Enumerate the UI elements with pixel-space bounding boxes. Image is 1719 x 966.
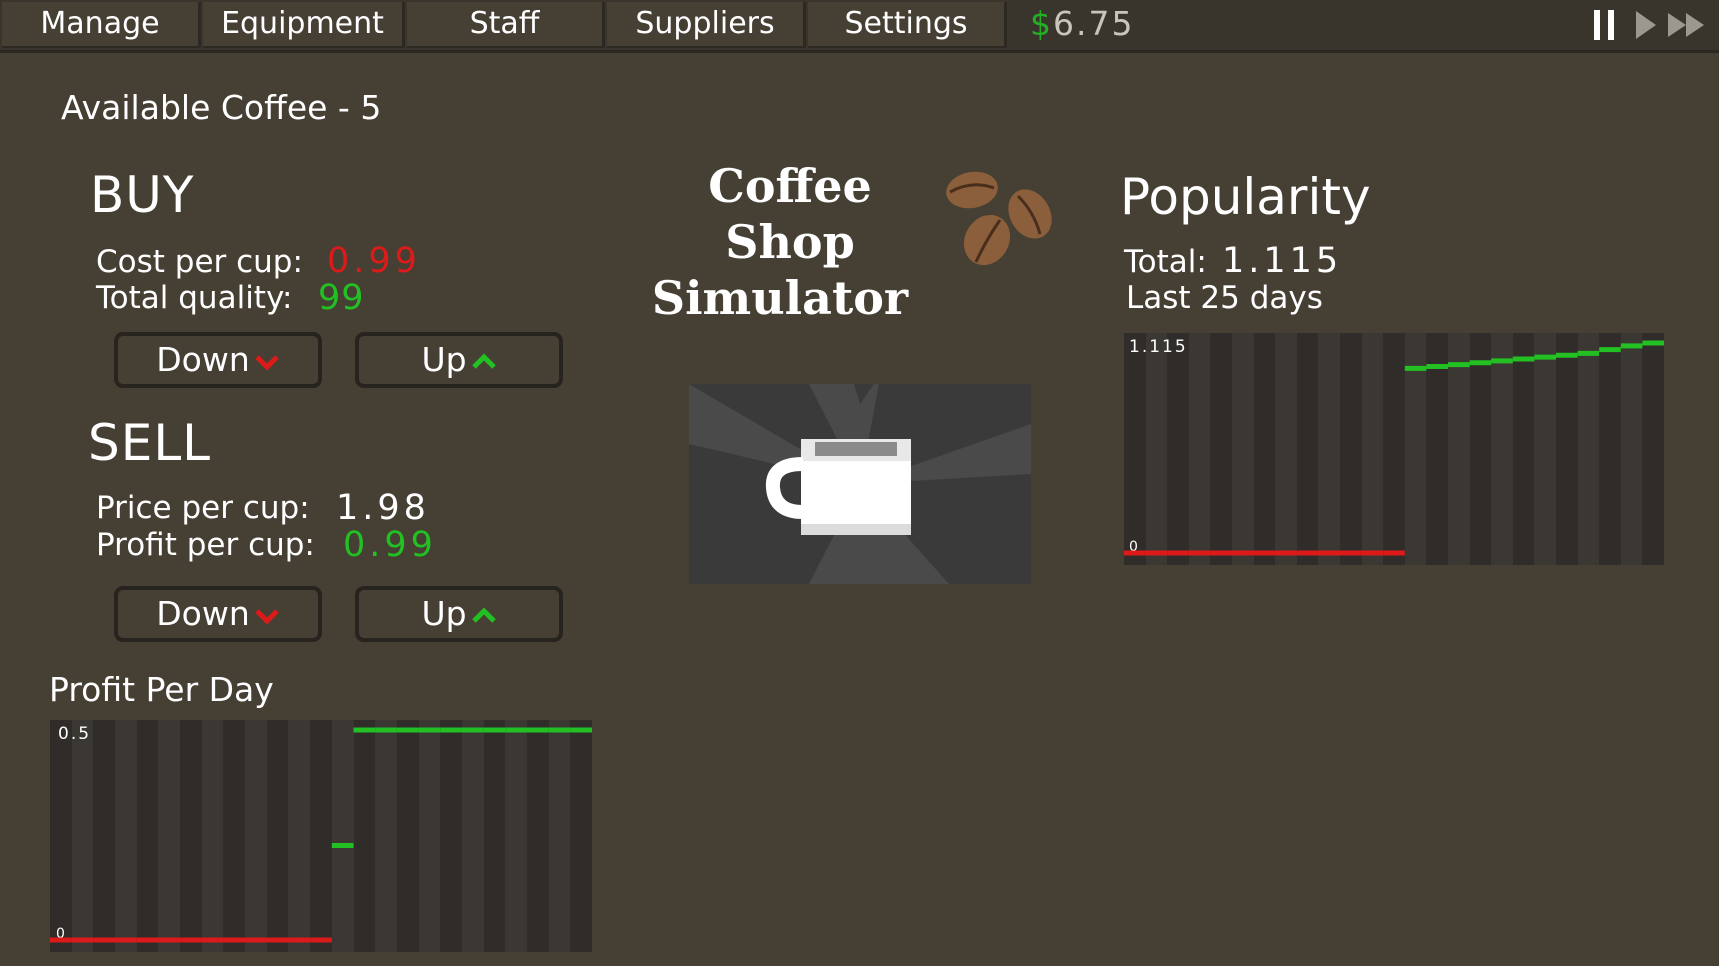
popularity-plot <box>1124 340 1664 556</box>
sell-heading: SELL <box>88 414 212 472</box>
total-quality-label: Total quality: <box>96 280 293 316</box>
available-coffee: Available Coffee - 5 <box>61 88 382 127</box>
price-per-cup-value: 1.98 <box>336 488 430 528</box>
game-screen: Manage Equipment Staff Suppliers Setting… <box>0 0 1719 966</box>
coffee-beans-icon <box>946 171 1052 266</box>
tab-suppliers[interactable]: Suppliers <box>607 2 806 48</box>
money-amount: 6.75 <box>1053 4 1135 43</box>
game-title-line2: Simulator <box>651 271 909 325</box>
popularity-period: Last 25 days <box>1126 280 1323 316</box>
game-title-line1: Coffee Shop <box>708 159 872 269</box>
tab-manage[interactable]: Manage <box>2 2 201 48</box>
buy-heading: BUY <box>90 166 195 224</box>
coffee-cup-illustration <box>689 384 1031 584</box>
top-menu-bar: Manage Equipment Staff Suppliers Setting… <box>0 0 1719 53</box>
total-quality-value: 99 <box>318 278 365 318</box>
chevron-down-icon <box>254 608 279 625</box>
pause-icon[interactable] <box>1590 8 1620 42</box>
cost-per-cup-value: 0.99 <box>327 241 421 281</box>
sell-down-label: Down <box>156 594 250 633</box>
chevron-down-icon <box>254 354 279 371</box>
popularity-total-value: 1.115 <box>1222 241 1343 281</box>
tab-settings[interactable]: Settings <box>808 2 1007 48</box>
price-per-cup-label: Price per cup: <box>96 490 310 526</box>
sell-down-button[interactable]: Down <box>114 586 322 642</box>
buy-down-label: Down <box>156 340 250 379</box>
tab-equipment[interactable]: Equipment <box>203 2 405 48</box>
money-display: $6.75 <box>1030 2 1134 46</box>
chevron-up-icon <box>471 352 496 369</box>
game-title: Coffee Shop Simulator <box>640 158 940 326</box>
popularity-heading: Popularity <box>1120 168 1371 226</box>
buy-up-label: Up <box>421 340 467 379</box>
fast-forward-icon[interactable] <box>1666 8 1708 42</box>
buy-up-button[interactable]: Up <box>355 332 563 388</box>
popularity-total-label: Total: <box>1124 244 1207 280</box>
chevron-up-icon <box>471 606 496 623</box>
buy-down-button[interactable]: Down <box>114 332 322 388</box>
profit-per-day-chart: 0.5 0 <box>50 720 592 952</box>
profit-per-cup-value: 0.99 <box>343 525 437 565</box>
tab-staff[interactable]: Staff <box>407 2 605 48</box>
currency-symbol: $ <box>1030 4 1053 43</box>
popularity-chart: 1.115 0 <box>1124 333 1664 565</box>
profit-plot <box>50 727 592 943</box>
profit-per-cup-label: Profit per cup: <box>96 527 315 563</box>
sell-up-button[interactable]: Up <box>355 586 563 642</box>
play-icon[interactable] <box>1632 8 1660 42</box>
profit-per-day-heading: Profit Per Day <box>49 670 274 709</box>
sell-up-label: Up <box>421 594 467 633</box>
cost-per-cup-label: Cost per cup: <box>96 244 303 280</box>
